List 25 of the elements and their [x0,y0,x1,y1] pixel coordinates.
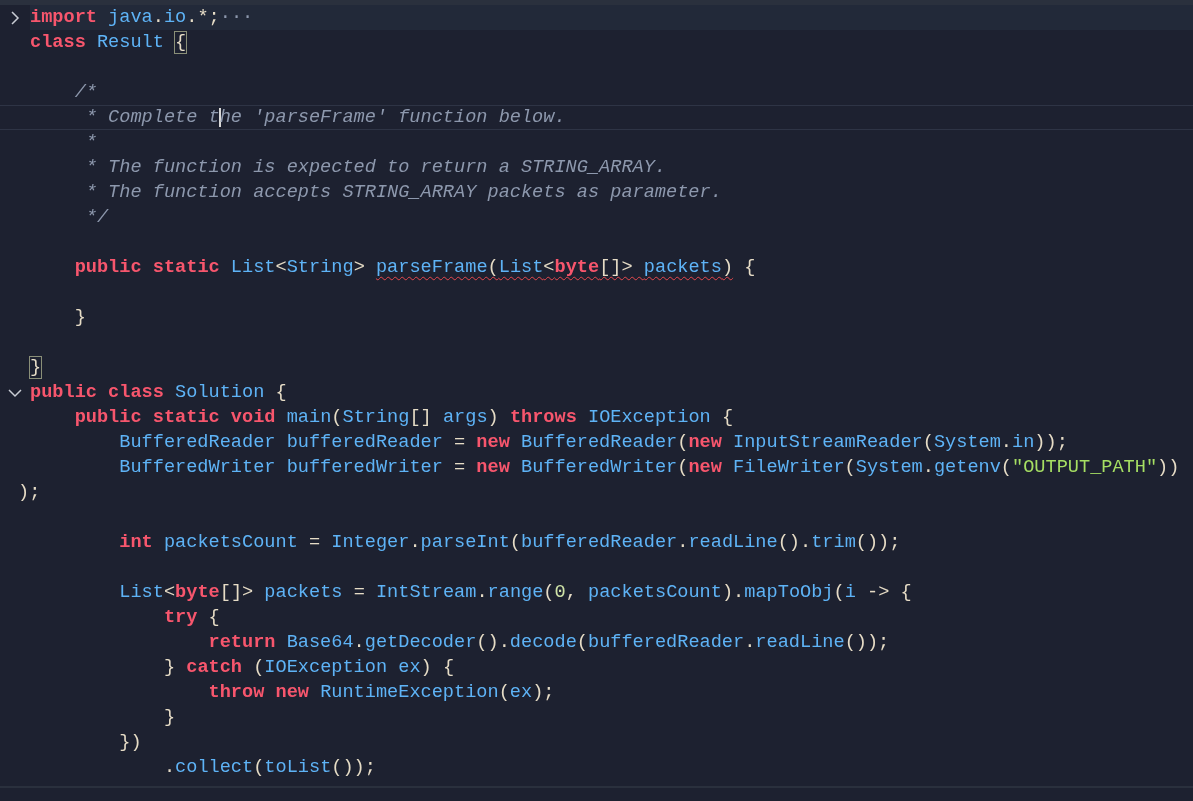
code-line: try { [162,606,220,630]
code-line: .collect(toList()); [162,756,376,780]
chevron-right-icon[interactable] [8,10,22,25]
code-line: public static List<String> parseFrame(List<byte[]> packets) { [73,256,756,280]
code-line: ); [18,481,41,505]
code-line: } [162,706,176,730]
code-line: /* [73,81,97,105]
code-line: } [30,356,42,380]
code-line: * [84,131,97,155]
code-line: } catch (IOException ex) { [162,656,455,680]
code-line: public static void main(String[] args) throws IOException { [73,406,734,430]
code-line: public class Solution { [30,381,287,405]
code-line: BufferedWriter bufferedWriter = new BufferedWriter(new FileWriter(System.getenv("OUTPUT_PATH")) [118,456,1180,480]
code-line: */ [84,206,109,230]
code-line: }) [118,731,142,755]
code-line: return Base64.getDecoder().decode(bufferedReader.readLine()); [207,631,890,655]
code-line: throw new RuntimeException(ex); [207,681,555,705]
code-line: import java.io.*;··· [30,6,254,30]
code-line: class Result { [30,31,187,55]
code-line: } [73,306,86,330]
code-line: BufferedReader bufferedReader = new BufferedReader(new InputStreamReader(System.in)); [118,431,1068,455]
code-line: List<byte[]> packets = IntStream.range(0, packetsCount).mapToObj(i -> { [118,581,912,605]
code-line: * The function accepts STRING_ARRAY packets as parameter. [84,181,722,205]
code-line: int packetsCount = Integer.parseInt(bufferedReader.readLine().trim()); [118,531,901,555]
code-line: * The function is expected to return a STRING_ARRAY. [84,156,666,180]
